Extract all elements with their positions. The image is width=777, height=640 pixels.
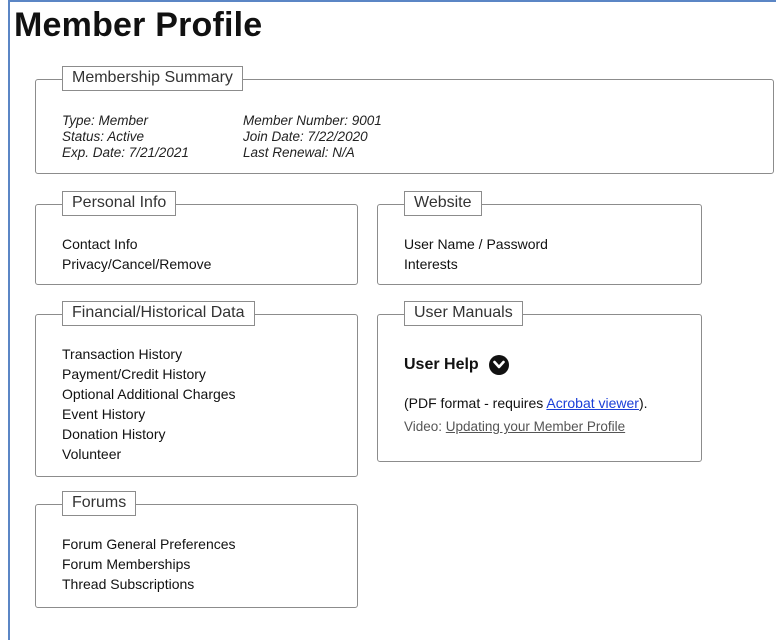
donation-history-link[interactable]: Donation History [62, 424, 236, 444]
privacy-cancel-remove-link[interactable]: Privacy/Cancel/Remove [62, 254, 211, 274]
event-history-link[interactable]: Event History [62, 404, 236, 424]
interests-link[interactable]: Interests [404, 254, 548, 274]
transaction-history-link[interactable]: Transaction History [62, 344, 236, 364]
membership-summary-details: Type: Member Status: Active Exp. Date: 7… [62, 113, 562, 163]
contact-info-link[interactable]: Contact Info [62, 234, 211, 254]
payment-credit-history-link[interactable]: Payment/Credit History [62, 364, 236, 384]
updating-member-profile-video-link[interactable]: Updating your Member Profile [446, 419, 625, 434]
user-manuals-content: User Help (PDF format - requires Acrobat… [404, 355, 694, 437]
user-manuals-panel: User Manuals User Help (PDF format - req… [377, 301, 702, 462]
forum-general-preferences-link[interactable]: Forum General Preferences [62, 534, 236, 554]
membership-summary-legend: Membership Summary [62, 66, 243, 91]
forums-panel: Forums Forum General Preferences Forum M… [35, 491, 358, 608]
website-legend: Website [404, 191, 482, 216]
membership-status: Status: Active [62, 129, 145, 144]
financial-historical-legend: Financial/Historical Data [62, 301, 255, 326]
forums-legend: Forums [62, 491, 137, 516]
membership-type: Type: Member [62, 113, 149, 128]
chevron-down-circle-icon[interactable] [488, 355, 509, 375]
volunteer-link[interactable]: Volunteer [62, 444, 236, 464]
membership-summary-panel: Membership Summary Type: Member Status: … [35, 66, 774, 174]
thread-subscriptions-link[interactable]: Thread Subscriptions [62, 574, 236, 594]
forums-links: Forum General Preferences Forum Membersh… [62, 534, 236, 594]
personal-info-legend: Personal Info [62, 191, 177, 216]
user-help-toggle[interactable]: User Help [404, 355, 694, 375]
last-renewal: Last Renewal: N/A [243, 145, 355, 160]
financial-historical-links: Transaction History Payment/Credit Histo… [62, 344, 236, 464]
user-help-title: User Help [404, 356, 479, 373]
personal-info-links: Contact Info Privacy/Cancel/Remove [62, 234, 211, 274]
personal-info-panel: Personal Info Contact Info Privacy/Cance… [35, 191, 358, 285]
website-panel: Website User Name / Password Interests [377, 191, 702, 285]
pdf-format-note: (PDF format - requires Acrobat viewer). [404, 395, 648, 411]
membership-exp-date: Exp. Date: 7/21/2021 [62, 145, 189, 160]
financial-historical-panel: Financial/Historical Data Transaction Hi… [35, 301, 358, 477]
forum-memberships-link[interactable]: Forum Memberships [62, 554, 236, 574]
user-manuals-legend: User Manuals [404, 301, 523, 326]
page-title: Member Profile [14, 6, 263, 44]
join-date: Join Date: 7/22/2020 [243, 129, 368, 144]
optional-additional-charges-link[interactable]: Optional Additional Charges [62, 384, 236, 404]
member-number: Member Number: 9001 [243, 113, 382, 128]
acrobat-viewer-link[interactable]: Acrobat viewer [546, 395, 639, 411]
username-password-link[interactable]: User Name / Password [404, 234, 548, 254]
website-links: User Name / Password Interests [404, 234, 548, 274]
video-note: Video: Updating your Member Profile [404, 419, 626, 434]
